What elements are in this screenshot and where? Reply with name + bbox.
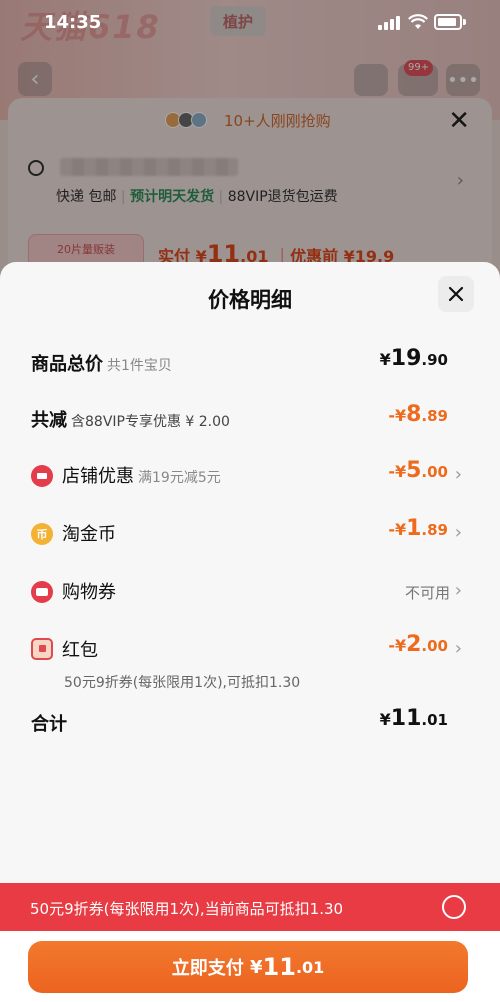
currency: -¥ (388, 462, 407, 481)
goods-total-title: 商品总价 (31, 354, 103, 375)
shop-discount-value: -¥5.00 (388, 458, 448, 483)
row-total-reduce: 共减 含88VIP专享优惠 ¥ 2.00 -¥8.89 (0, 400, 500, 440)
coin-label: 淘金币 (62, 524, 116, 545)
coin-icon: 币 (31, 523, 53, 545)
currency: -¥ (388, 406, 407, 425)
amount-dec: .00 (421, 637, 448, 655)
chevron-right-icon[interactable]: › (455, 638, 462, 659)
currency: ¥ (379, 710, 391, 729)
chevron-right-icon[interactable]: › (455, 464, 462, 485)
red-packet-label: 红包 (62, 640, 98, 661)
close-button[interactable] (438, 276, 474, 312)
currency: -¥ (388, 636, 407, 655)
amount-int: 11 (390, 706, 422, 731)
pay-now-button[interactable]: 立即支付 ¥11.01 (28, 941, 468, 993)
voucher-value: 不可用 (404, 584, 450, 602)
sum-value: ¥11.01 (380, 706, 448, 731)
amount-dec: .89 (421, 521, 448, 539)
shop-discount-label: 店铺优惠 满19元减5元 (62, 462, 221, 488)
coin-value: -¥1.89 (388, 516, 448, 541)
amount-int: 19 (390, 346, 422, 371)
shop-discount-title: 店铺优惠 (62, 466, 134, 487)
red-packet-sub-note: 50元9折券(每张限用1次),可抵扣1.30 (64, 675, 301, 691)
pay-currency: ¥ (250, 956, 263, 978)
shop-discount-icon (31, 465, 53, 487)
pay-amount-dec: .01 (295, 957, 325, 977)
coupon-bar[interactable]: 50元9折券(每张限用1次),当前商品可抵扣1.30 (0, 883, 500, 931)
row-red-packet[interactable]: 红包 -¥2.00 › (0, 630, 500, 670)
amount-dec: .01 (421, 711, 448, 729)
wifi-icon (408, 14, 428, 29)
status-bar: 14:35 (0, 0, 500, 46)
reduce-note: 含88VIP专享优惠 ¥ 2.00 (71, 414, 230, 430)
row-goods-total: 商品总价 共1件宝贝 ¥19.90 (0, 344, 500, 384)
signal-icon (378, 16, 400, 30)
amount-dec: .00 (421, 463, 448, 481)
pay-amount-int: 11 (262, 953, 296, 981)
row-sum: 合计 ¥11.01 (0, 704, 500, 744)
amount-int: 1 (406, 516, 422, 541)
currency: ¥ (379, 350, 391, 369)
battery-icon (434, 14, 462, 30)
shop-discount-note: 满19元减5元 (138, 470, 221, 486)
close-icon (448, 286, 464, 302)
currency: -¥ (388, 520, 407, 539)
radio-icon[interactable] (442, 895, 466, 919)
coupon-text: 50元9折券(每张限用1次),当前商品可抵扣1.30 (30, 900, 344, 918)
battery-tip (463, 19, 466, 25)
reduce-title: 共减 (31, 410, 67, 431)
sheet-title: 价格明细 (208, 288, 292, 312)
row-voucher[interactable]: 购物券 不可用 › (0, 572, 500, 612)
goods-total-value: ¥19.90 (380, 346, 448, 371)
amount-int: 5 (406, 458, 422, 483)
voucher-icon (31, 581, 53, 603)
red-packet-value: -¥2.00 (388, 632, 448, 657)
pay-label: 立即支付 (171, 958, 244, 979)
sum-label: 合计 (31, 714, 67, 735)
chevron-right-icon[interactable]: › (455, 580, 462, 601)
reduce-label: 共减 含88VIP专享优惠 ¥ 2.00 (31, 406, 230, 432)
amount-dec: .89 (421, 407, 448, 425)
status-time: 14:35 (44, 12, 102, 33)
voucher-label: 购物券 (62, 582, 116, 603)
amount-int: 2 (406, 632, 422, 657)
row-taojinbi[interactable]: 币 淘金币 -¥1.89 › (0, 514, 500, 554)
goods-total-label: 商品总价 共1件宝贝 (31, 350, 172, 376)
reduce-value: -¥8.89 (388, 402, 448, 427)
amount-int: 8 (406, 402, 422, 427)
goods-total-note: 共1件宝贝 (107, 358, 172, 374)
red-packet-icon (31, 638, 53, 660)
chevron-right-icon[interactable]: › (455, 522, 462, 543)
amount-dec: .90 (421, 351, 448, 369)
pay-footer: 立即支付 ¥11.01 (0, 931, 500, 1002)
row-shop-discount[interactable]: 店铺优惠 满19元减5元 -¥5.00 › (0, 456, 500, 496)
